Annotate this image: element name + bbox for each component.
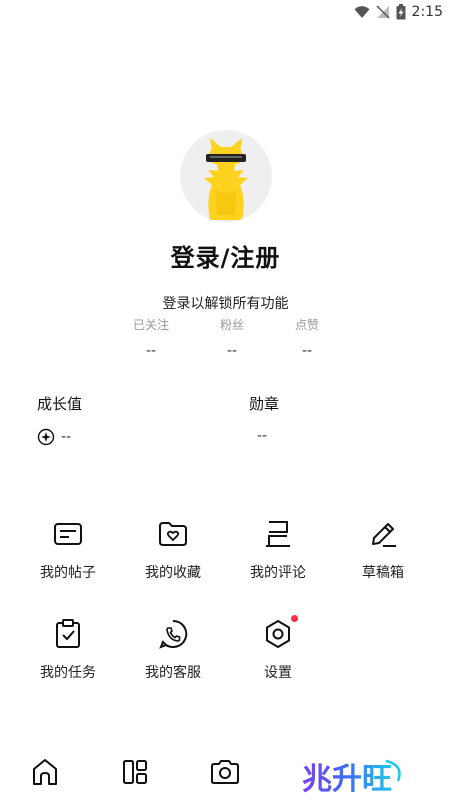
stat-label: 点赞: [294, 318, 319, 332]
post-icon: [54, 523, 82, 545]
brand-text: 兆升旺: [302, 762, 392, 797]
growth-section[interactable]: 成长值 --: [37, 393, 82, 446]
menu-my-posts[interactable]: 我的帖子: [18, 518, 118, 582]
pencil-icon: [372, 523, 396, 547]
menu-label: 我的评论: [250, 565, 306, 581]
brand-watermark: 兆升旺: [300, 751, 410, 801]
yellow-cat-avatar: [203, 138, 248, 220]
growth-value: --: [61, 429, 72, 445]
status-icons: 2:15: [354, 4, 443, 20]
layout-icon[interactable]: [118, 755, 152, 789]
stat-label: 粉丝: [219, 318, 244, 332]
stat-label: 已关注: [132, 318, 169, 332]
stat-value: --: [145, 343, 157, 359]
avatar[interactable]: [179, 130, 272, 222]
settings-icon: [266, 620, 290, 648]
stat-fans[interactable]: 粉丝 --: [192, 316, 272, 359]
bottom-tab-bar: 兆升旺: [0, 745, 451, 803]
menu-label: 我的任务: [40, 665, 96, 681]
status-time: 2:15: [411, 4, 443, 20]
menu-label: 设置: [264, 665, 292, 681]
menu-label: 我的收藏: [145, 565, 201, 581]
favorite-folder-icon: [159, 522, 187, 546]
medal-value: --: [257, 428, 268, 444]
no-signal-icon: [376, 5, 390, 19]
wifi-icon: [354, 6, 370, 18]
menu-label: 我的帖子: [40, 565, 96, 581]
login-register-title[interactable]: 登录/注册: [0, 238, 451, 273]
growth-label: 成长值: [37, 395, 83, 413]
home-icon[interactable]: [28, 755, 62, 789]
stat-value: --: [301, 343, 313, 359]
medal-section[interactable]: 勋章 --: [249, 393, 279, 444]
menu-my-favorites[interactable]: 我的收藏: [123, 518, 223, 582]
stat-likes[interactable]: 点赞 --: [267, 316, 347, 359]
profile-header: 登录/注册 登录以解锁所有功能: [0, 130, 451, 313]
menu-label: 我的客服: [145, 665, 201, 681]
medal-label: 勋章: [249, 395, 280, 413]
brand-logo-icon: 兆升旺: [302, 759, 401, 797]
menu-my-tasks[interactable]: 我的任务: [18, 618, 118, 682]
customer-service-icon: [159, 619, 188, 649]
comment-icon: [266, 521, 290, 547]
menu-settings[interactable]: 设置: [228, 615, 328, 682]
battery-charging-icon: [396, 4, 406, 20]
stat-following[interactable]: 已关注 --: [111, 316, 191, 359]
task-clipboard-icon: [56, 619, 80, 648]
menu-label: 草稿箱: [362, 565, 404, 581]
menu-my-comments[interactable]: 我的评论: [228, 518, 328, 582]
menu-customer-service[interactable]: 我的客服: [123, 618, 223, 682]
growth-icon: [37, 428, 55, 446]
notification-dot: [291, 615, 298, 622]
menu-drafts[interactable]: 草稿箱: [333, 518, 433, 582]
login-subtitle: 登录以解锁所有功能: [162, 296, 289, 312]
stat-value: --: [226, 343, 238, 359]
camera-icon[interactable]: [208, 755, 242, 789]
status-bar: 2:15: [0, 0, 451, 26]
